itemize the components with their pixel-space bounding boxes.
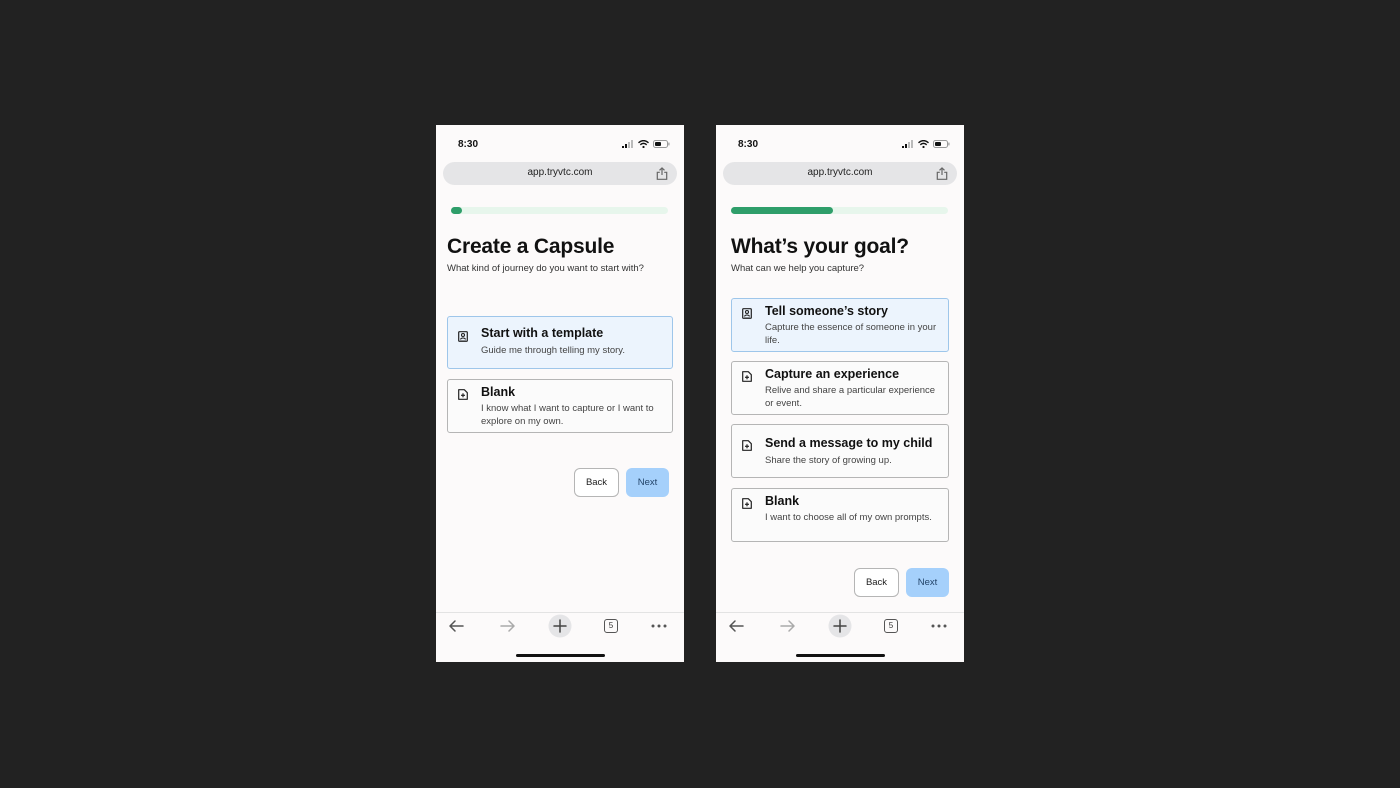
tabs-count-button[interactable]: 5 (884, 619, 898, 633)
option-description: Guide me through telling my story. (481, 345, 625, 356)
option-blank[interactable]: Blank I want to choose all of my own pro… (731, 488, 949, 542)
option-start-with-template[interactable]: Start with a template Guide me through t… (447, 316, 673, 369)
document-plus-icon (742, 498, 752, 509)
home-indicator (516, 654, 605, 657)
option-tell-someones-story[interactable]: Tell someone’s story Capture the essence… (731, 298, 949, 352)
progress-fill (731, 207, 833, 214)
more-options-icon[interactable] (931, 624, 947, 628)
progress-fill (451, 207, 462, 214)
option-description: Share the story of growing up. (765, 455, 892, 466)
option-title: Blank (765, 494, 800, 508)
status-time: 8:30 (458, 139, 479, 150)
battery-icon (933, 140, 950, 148)
page-subtitle: What kind of journey do you want to star… (447, 263, 644, 274)
share-icon[interactable] (936, 167, 948, 180)
back-arrow-icon[interactable] (728, 619, 744, 633)
new-tab-plus-icon[interactable] (828, 614, 852, 638)
more-options-icon[interactable] (651, 624, 667, 628)
page-subtitle: What can we help you capture? (731, 263, 865, 274)
person-book-icon (458, 331, 468, 342)
option-title: Tell someone’s story (765, 304, 888, 318)
page-title: Create a Capsule (447, 235, 615, 258)
back-button[interactable]: Back (574, 468, 619, 497)
forward-arrow-icon[interactable] (780, 619, 796, 633)
status-time: 8:30 (738, 139, 759, 150)
status-icons (902, 140, 950, 148)
address-bar[interactable]: app.tryvtc.com (443, 162, 677, 185)
cellular-signal-icon (622, 140, 633, 148)
option-title: Capture an experience (765, 367, 900, 381)
status-bar: 8:30 (716, 125, 964, 161)
url-text: app.tryvtc.com (807, 167, 873, 178)
option-blank[interactable]: Blank I know what I want to capture or I… (447, 379, 673, 433)
option-description: Relive and share a particular experience… (765, 385, 936, 409)
page-title: What’s your goal? (731, 235, 909, 258)
option-description: I want to choose all of my own prompts. (765, 512, 932, 523)
url-text: app.tryvtc.com (527, 167, 593, 178)
next-button[interactable]: Next (626, 468, 669, 497)
status-icons (622, 140, 670, 148)
document-plus-icon (742, 440, 752, 451)
forward-arrow-icon[interactable] (500, 619, 516, 633)
document-plus-icon (458, 389, 468, 400)
progress-bar (451, 207, 668, 214)
option-capture-experience[interactable]: Capture an experience Relive and share a… (731, 361, 949, 415)
option-description: Capture the essence of someone in your l… (765, 322, 937, 346)
option-send-message-to-child[interactable]: Send a message to my child Share the sto… (731, 424, 949, 478)
share-icon[interactable] (656, 167, 668, 180)
home-indicator (796, 654, 885, 657)
progress-bar (731, 207, 948, 214)
cellular-signal-icon (902, 140, 913, 148)
tabs-count-button[interactable]: 5 (604, 619, 618, 633)
document-plus-icon (742, 371, 752, 382)
wifi-icon (638, 140, 649, 148)
browser-toolbar: 5 (436, 612, 684, 640)
back-button[interactable]: Back (854, 568, 899, 597)
browser-toolbar: 5 (716, 612, 964, 640)
option-description: I know what I want to capture or I want … (481, 403, 654, 427)
option-title: Blank (481, 385, 516, 399)
option-title: Start with a template (481, 326, 604, 340)
phone-screen-whats-your-goal: 8:30 app.tryvtc.com What’s your goal? Wh… (716, 125, 964, 662)
option-title: Send a message to my child (765, 436, 933, 450)
back-arrow-icon[interactable] (448, 619, 464, 633)
status-bar: 8:30 (436, 125, 684, 161)
wifi-icon (918, 140, 929, 148)
next-button[interactable]: Next (906, 568, 949, 597)
new-tab-plus-icon[interactable] (548, 614, 572, 638)
address-bar[interactable]: app.tryvtc.com (723, 162, 957, 185)
person-book-icon (742, 308, 752, 319)
phone-screen-create-capsule: 8:30 app.tryvtc.com Create a Capsule Wha… (436, 125, 684, 662)
battery-icon (653, 140, 670, 148)
